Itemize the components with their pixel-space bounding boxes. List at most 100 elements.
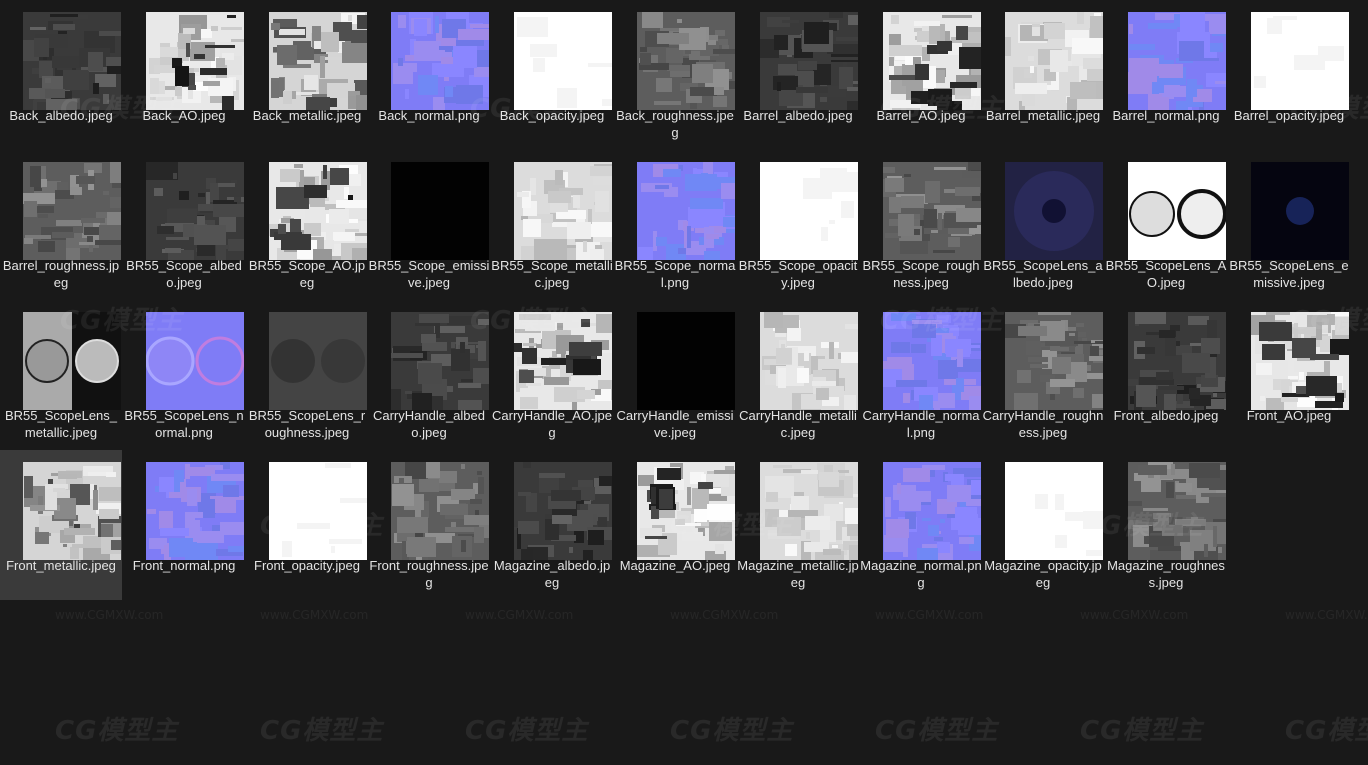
file-item[interactable]: BR55_Scope_opacity.jpeg: [737, 150, 859, 300]
texture-preview-image: [637, 462, 735, 560]
texture-preview-image: [1005, 312, 1103, 410]
texture-preview-image: [1251, 312, 1349, 410]
texture-preview-image: [23, 312, 121, 410]
file-item[interactable]: BR55_ScopeLens_albedo.jpeg: [982, 150, 1104, 300]
file-item[interactable]: Barrel_normal.png: [1105, 0, 1227, 150]
file-item[interactable]: BR55_ScopeLens_normal.png: [123, 300, 245, 450]
file-name: Barrel_normal.png: [1112, 108, 1220, 123]
file-thumbnail: [391, 462, 489, 560]
file-thumbnail: [1005, 312, 1103, 410]
file-thumbnail: [760, 462, 858, 560]
file-item[interactable]: BR55_Scope_AO.jpeg: [246, 150, 368, 300]
file-thumbnail: [146, 312, 244, 410]
file-item[interactable]: BR55_Scope_metallic.jpeg: [491, 150, 613, 300]
file-item[interactable]: Back_roughness.jpeg: [614, 0, 736, 150]
file-item[interactable]: BR55_Scope_emissive.jpeg: [368, 150, 490, 300]
file-item[interactable]: Back_normal.png: [368, 0, 490, 150]
file-name: Barrel_opacity.jpeg: [1233, 108, 1345, 123]
file-item[interactable]: CarryHandle_AO.jpeg: [491, 300, 613, 450]
file-thumbnail: [23, 162, 121, 260]
file-thumbnail: [514, 312, 612, 410]
file-item[interactable]: Barrel_metallic.jpeg: [982, 0, 1104, 150]
file-name: Magazine_roughness.jpeg: [1107, 558, 1225, 590]
file-grid: Back_albedo.jpeg Back_AO.jpeg Back_metalli…: [0, 0, 1368, 765]
file-item[interactable]: Magazine_normal.png: [860, 450, 982, 600]
file-thumbnail: [760, 12, 858, 110]
file-item[interactable]: Front_normal.png: [123, 450, 245, 600]
texture-preview-image: [391, 162, 489, 260]
file-item[interactable]: Magazine_metallic.jpeg: [737, 450, 859, 600]
texture-preview-image: [146, 312, 244, 410]
file-item[interactable]: Back_opacity.jpeg: [491, 0, 613, 150]
file-item[interactable]: Back_metallic.jpeg: [246, 0, 368, 150]
file-name: Front_AO.jpeg: [1246, 408, 1332, 423]
file-name: BR55_Scope_roughness.jpeg: [862, 258, 980, 290]
file-name: CarryHandle_AO.jpeg: [492, 408, 612, 440]
file-thumbnail: [637, 162, 735, 260]
file-thumbnail: [883, 312, 981, 410]
file-name: Magazine_albedo.jpeg: [493, 558, 611, 590]
file-name: BR55_ScopeLens_albedo.jpeg: [983, 258, 1103, 290]
file-item[interactable]: Barrel_opacity.jpeg: [1228, 0, 1350, 150]
file-name: CarryHandle_normal.png: [862, 408, 980, 440]
file-thumbnail: [391, 312, 489, 410]
file-thumbnail: [514, 12, 612, 110]
texture-preview-image: [883, 312, 981, 410]
file-item[interactable]: Front_AO.jpeg: [1228, 300, 1350, 450]
file-name: CarryHandle_albedo.jpeg: [372, 408, 485, 440]
file-item[interactable]: Front_roughness.jpeg: [368, 450, 490, 600]
texture-preview-image: [637, 162, 735, 260]
file-thumbnail: [760, 162, 858, 260]
file-item[interactable]: Magazine_roughness.jpeg: [1105, 450, 1227, 600]
texture-preview-image: [883, 462, 981, 560]
file-item[interactable]: Barrel_albedo.jpeg: [737, 0, 859, 150]
file-name: BR55_Scope_metallic.jpeg: [491, 258, 613, 290]
file-name: BR55_ScopeLens_emissive.jpeg: [1229, 258, 1349, 290]
texture-preview-image: [1128, 462, 1226, 560]
file-item[interactable]: Magazine_opacity.jpeg: [982, 450, 1104, 600]
file-thumbnail: [1005, 12, 1103, 110]
file-thumbnail: [637, 462, 735, 560]
texture-preview-image: [391, 312, 489, 410]
file-item[interactable]: Barrel_AO.jpeg: [860, 0, 982, 150]
file-thumbnail: [760, 312, 858, 410]
file-name: Barrel_roughness.jpeg: [2, 258, 120, 290]
file-item[interactable]: CarryHandle_emissive.jpeg: [614, 300, 736, 450]
file-item[interactable]: Front_metallic.jpeg: [0, 450, 122, 600]
file-name: BR55_ScopeLens_AO.jpeg: [1105, 258, 1227, 290]
file-item[interactable]: Magazine_AO.jpeg: [614, 450, 736, 600]
texture-preview-image: [1005, 12, 1103, 110]
file-item[interactable]: BR55_ScopeLens_roughness.jpeg: [246, 300, 368, 450]
texture-preview-image: [883, 162, 981, 260]
texture-preview-image: [514, 312, 612, 410]
file-name: Magazine_metallic.jpeg: [737, 558, 859, 590]
file-thumbnail: [269, 462, 367, 560]
file-item[interactable]: BR55_Scope_normal.png: [614, 150, 736, 300]
file-item[interactable]: Front_opacity.jpeg: [246, 450, 368, 600]
file-name: Back_metallic.jpeg: [252, 108, 362, 123]
file-name: CarryHandle_metallic.jpeg: [739, 408, 857, 440]
texture-preview-image: [23, 12, 121, 110]
file-item[interactable]: BR55_Scope_albedo.jpeg: [123, 150, 245, 300]
file-item[interactable]: BR55_ScopeLens_metallic.jpeg: [0, 300, 122, 450]
file-thumbnail: [23, 462, 121, 560]
file-thumbnail: [146, 162, 244, 260]
file-item[interactable]: BR55_Scope_roughness.jpeg: [860, 150, 982, 300]
file-item[interactable]: BR55_ScopeLens_emissive.jpeg: [1228, 150, 1350, 300]
file-item[interactable]: Front_albedo.jpeg: [1105, 300, 1227, 450]
file-thumbnail: [1128, 162, 1226, 260]
file-item[interactable]: CarryHandle_metallic.jpeg: [737, 300, 859, 450]
texture-preview-image: [883, 12, 981, 110]
file-item[interactable]: CarryHandle_normal.png: [860, 300, 982, 450]
file-item[interactable]: CarryHandle_albedo.jpeg: [368, 300, 490, 450]
file-item[interactable]: CarryHandle_roughness.jpeg: [982, 300, 1104, 450]
file-item[interactable]: Magazine_albedo.jpeg: [491, 450, 613, 600]
file-item[interactable]: Back_albedo.jpeg: [0, 0, 122, 150]
file-name: Back_normal.png: [378, 108, 480, 123]
file-item[interactable]: Barrel_roughness.jpeg: [0, 150, 122, 300]
texture-preview-image: [1251, 162, 1349, 260]
file-thumbnail: [1251, 162, 1349, 260]
file-item[interactable]: Back_AO.jpeg: [123, 0, 245, 150]
texture-preview-image: [391, 12, 489, 110]
file-item[interactable]: BR55_ScopeLens_AO.jpeg: [1105, 150, 1227, 300]
